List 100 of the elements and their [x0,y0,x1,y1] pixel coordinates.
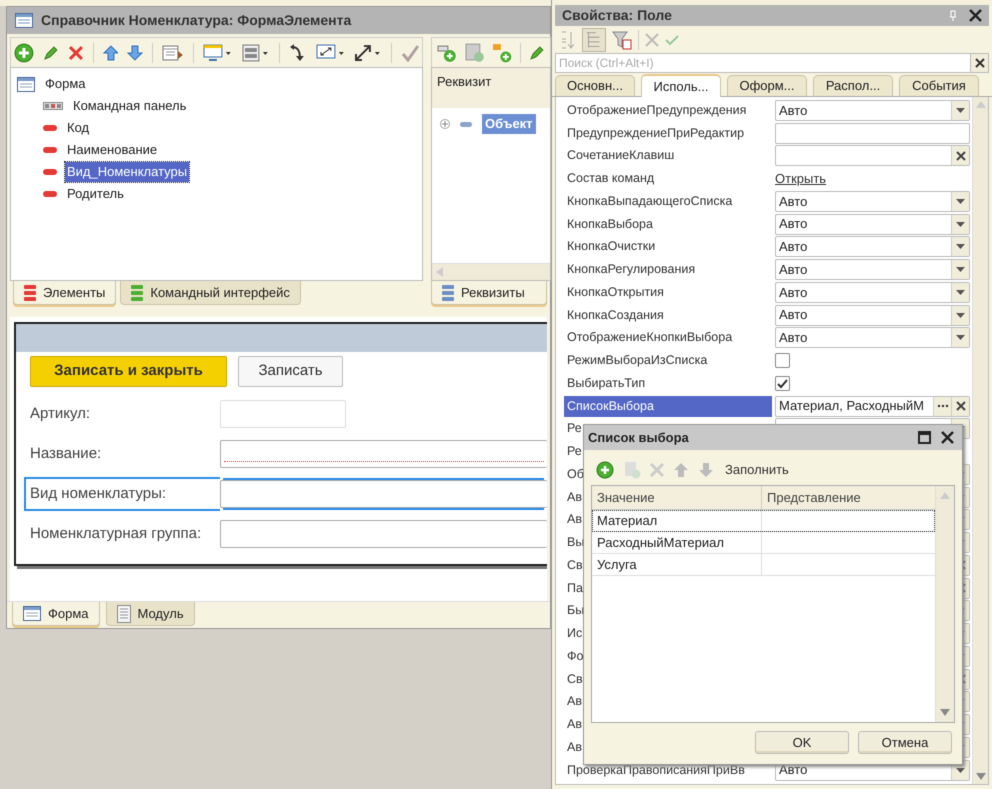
property-label: Ре [566,443,582,460]
checkbox[interactable] [775,353,790,368]
property-label: Ав [566,716,582,734]
window-title: Справочник Номенклатура: ФормаЭлемента [41,11,352,30]
field-icon [43,125,57,131]
attribute-icon [460,122,472,126]
tab[interactable]: События [899,75,979,96]
layout-dropdown-icon[interactable] [242,44,270,62]
dropdown[interactable]: Авто [775,282,970,303]
add-icon[interactable] [14,42,34,62]
property-label: КнопкаВыпадающегоСписка [566,192,732,210]
tree-item[interactable]: Форма [43,74,88,94]
form-icon [17,76,35,92]
dropdown[interactable]: Авто [775,259,970,280]
tree-view-icon[interactable] [582,28,606,52]
save-close-button[interactable]: Записать и закрыть [30,356,227,387]
button-bar-icon [43,102,63,110]
close-icon[interactable] [941,431,954,444]
property-label: КнопкаВыбора [566,216,653,233]
input-field[interactable] [220,520,547,548]
clear-icon[interactable] [951,396,969,416]
tab[interactable]: Форма [12,602,100,626]
value-field[interactable] [775,122,970,144]
add-key-icon[interactable] [492,42,512,62]
property-label: Па [566,580,583,597]
cancel-button[interactable]: Отмена [858,731,952,754]
scroll-down-icon[interactable] [940,709,950,716]
tab[interactable]: Командный интерфейс [120,281,301,305]
tab[interactable]: Распол... [813,75,893,96]
dropdown[interactable]: Авто [775,190,970,212]
add-icon[interactable] [596,460,614,478]
link[interactable]: Открыть [775,168,826,188]
property-label: Ав [566,488,582,506]
resize-monitor-icon[interactable] [316,44,346,62]
pencil-icon[interactable] [529,44,545,60]
checkmark-icon[interactable] [401,44,419,62]
tree-item[interactable]: Наименование [65,140,160,160]
tab[interactable]: Основн... [555,75,635,96]
clear-icon[interactable] [971,53,989,73]
dropdown[interactable]: Авто [775,327,970,348]
resize-arrow-icon[interactable] [354,44,382,62]
pencil-icon[interactable] [42,44,59,60]
close-icon[interactable] [969,9,982,22]
up-arrow-icon[interactable] [102,44,118,60]
table-row[interactable]: РасходныйМатериал [592,532,935,554]
monitor-dropdown-icon[interactable] [203,44,233,62]
tree-item[interactable]: Код [65,118,92,138]
scrollbar[interactable] [972,97,988,784]
clear-icon[interactable] [951,146,969,166]
table-row[interactable]: Материал [592,510,935,532]
column-header[interactable]: Реквизит [432,68,550,108]
field-label: Артикул: [29,404,92,424]
table-row[interactable]: Услуга [592,554,935,576]
checkmark-icon[interactable] [665,32,679,46]
column-header[interactable]: Значение [592,486,762,509]
property-label: КнопкаРегулирования [566,261,696,278]
form-icon [23,606,41,621]
dropdown[interactable]: Авто [775,214,970,235]
tab[interactable]: Модуль [106,602,195,626]
tree-item[interactable]: Родитель [65,184,126,204]
delete-icon[interactable] [68,44,84,60]
checkbox[interactable] [775,376,790,391]
scroll-down-icon[interactable] [976,773,986,780]
dropdown[interactable]: Авто [775,100,970,121]
add-attribute-icon[interactable] [437,42,457,62]
tab[interactable]: Исполь... [641,74,721,97]
dropdown[interactable]: Авто [775,304,970,326]
tree-item[interactable]: Вид_Номенклатуры [65,162,190,182]
scrollbar[interactable] [935,486,954,722]
property-label: Ав [566,738,582,756]
field-label: Номенклатурная группа: [29,524,202,544]
panel-title: Свойства: Поле [562,6,673,25]
field-label: Вид номенклатуры: [24,477,220,511]
ellipsis-icon[interactable] [933,396,951,416]
value-field[interactable] [775,145,970,166]
tab[interactable]: Элементы [13,281,116,305]
maximize-icon[interactable] [918,431,931,444]
search-field[interactable]: Поиск (Ctrl+Alt+I) [555,53,971,73]
property-label: КнопкаСоздания [566,306,664,324]
scrollbar[interactable] [432,263,550,280]
ok-button[interactable]: OK [755,731,849,754]
stack-icon [24,284,36,300]
tab[interactable]: Реквизиты [431,281,547,305]
fill-button[interactable]: Заполнить [723,460,791,480]
filter-icon[interactable] [612,30,632,50]
dropdown[interactable]: Авто [775,236,970,258]
stack-icon [442,284,454,300]
table-arrow-icon[interactable] [162,44,184,62]
column-header[interactable]: Представление [762,486,935,509]
input-field[interactable] [220,440,547,468]
input-field[interactable] [220,480,547,508]
save-button[interactable]: Записать [238,356,343,387]
form-icon [15,13,33,28]
tab[interactable]: Оформ... [727,75,807,96]
tree-item[interactable]: Командная панель [71,96,188,116]
field-icon [43,169,57,175]
property-label: Ав [566,693,582,710]
value-field[interactable]: Материал, РасходныйМ [775,396,970,417]
property-label: Св [566,556,583,574]
down-arrow-icon[interactable] [127,44,144,60]
